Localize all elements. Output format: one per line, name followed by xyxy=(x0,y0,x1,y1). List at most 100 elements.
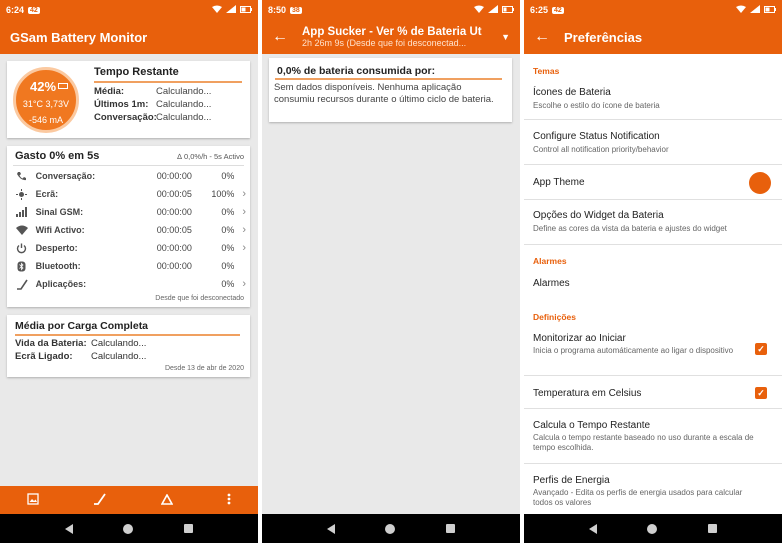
nav-recents-icon[interactable] xyxy=(183,524,193,533)
app-title: GSam Battery Monitor xyxy=(10,29,148,45)
usage-row-wifi[interactable]: Wifi Activo: 00:00:05 0% › xyxy=(15,222,246,238)
wifi-status-icon xyxy=(474,5,484,15)
signal-status-icon xyxy=(226,5,236,15)
battery-status-icon xyxy=(240,5,252,15)
checkbox-checked[interactable]: ✓ xyxy=(755,387,767,399)
chevron-right-icon: › xyxy=(242,206,247,218)
back-arrow-icon[interactable]: ← xyxy=(272,28,288,46)
pref-app-theme[interactable]: App Theme xyxy=(524,166,782,200)
usage-title: Gasto 0% em 5s xyxy=(15,150,100,162)
battery-gauge: 42% 31°C 3,73V -546 mA xyxy=(13,67,79,133)
notification-badge: 42 xyxy=(28,6,40,14)
usage-row-call: Conversação: 00:00:00 0% xyxy=(15,168,246,184)
remaining-title: Tempo Restante xyxy=(94,66,179,78)
title-underline xyxy=(94,81,242,83)
usage-footer: Desde que foi desconectado xyxy=(155,295,244,302)
screen-title: Preferências xyxy=(564,29,643,45)
pref-status-notification[interactable]: Configure Status Notification Control al… xyxy=(524,121,782,165)
status-bar: 6:25 42 xyxy=(524,0,782,20)
usage-row-awake[interactable]: Desperto: 00:00:00 0% › xyxy=(15,240,246,256)
status-bar: 8:50 38 xyxy=(262,0,520,20)
empty-message: Sem dados disponíveis. Nenhuma aplicação… xyxy=(274,82,494,105)
battery-status-icon xyxy=(764,5,776,15)
usage-row-screen[interactable]: Ecrã: 00:00:05 100% › xyxy=(15,186,246,202)
gsam-main-screen: 6:24 42 GSam Battery Monitor 42% 31°C 3,… xyxy=(0,0,258,543)
title-block[interactable]: App Sucker - Ver % de Bateria Utili... 2… xyxy=(302,26,482,48)
average-row: Vida da Bateria: Calculando... xyxy=(15,338,147,349)
notification-badge: 38 xyxy=(290,6,302,14)
signal-status-icon xyxy=(488,5,498,15)
usage-row-signal[interactable]: Sinal GSM: 00:00:00 0% › xyxy=(15,204,246,220)
dropdown-arrow-icon[interactable]: ▼ xyxy=(501,32,510,42)
app-bar: GSam Battery Monitor xyxy=(0,20,258,54)
temperature-voltage: 31°C 3,73V xyxy=(22,99,70,109)
notification-badge: 42 xyxy=(552,6,564,14)
pref-widget-options[interactable]: Opções do Widget da Bateria Define as co… xyxy=(524,201,782,245)
title-underline xyxy=(15,334,240,336)
battery-status-icon xyxy=(502,5,514,15)
system-nav-bar xyxy=(262,514,520,543)
battery-percent: 42% xyxy=(30,79,57,94)
back-arrow-icon[interactable]: ← xyxy=(534,28,550,46)
average-footer: Desde 13 de abr de 2020 xyxy=(164,365,244,372)
app-bar: ← Preferências xyxy=(524,20,782,54)
power-icon xyxy=(15,242,29,254)
category-themes: Temas xyxy=(533,66,560,76)
average-card: Média por Carga Completa Vida da Bateria… xyxy=(7,315,250,377)
consumption-card: 0,0% de bateria consumida por: Sem dados… xyxy=(269,58,512,122)
status-time: 6:25 xyxy=(530,5,549,15)
nav-back-icon[interactable] xyxy=(327,523,336,534)
nav-home-icon[interactable] xyxy=(385,523,396,534)
nav-recents-icon[interactable] xyxy=(445,524,455,533)
pref-celsius[interactable]: Temperatura em Celsius ✓ xyxy=(524,377,782,409)
delta-icon[interactable] xyxy=(160,492,173,508)
usage-card: Gasto 0% em 5s ∆ 0,0%/h - 5s Activo Conv… xyxy=(7,146,250,307)
nav-back-icon[interactable] xyxy=(589,523,598,534)
bluetooth-icon xyxy=(15,260,29,272)
pref-battery-icons[interactable]: Ícones de Bateria Escolhe o estilo do íc… xyxy=(524,80,782,120)
signal-icon xyxy=(15,206,29,218)
divider xyxy=(13,165,244,166)
apps-icon xyxy=(15,278,29,290)
app-sucker-screen: 8:50 38 ← App Sucker - Ver % de Bateria … xyxy=(262,0,520,543)
average-row: Ecrã Ligado: Calculando... xyxy=(15,351,147,362)
current-draw: -546 mA xyxy=(28,115,63,125)
nav-back-icon[interactable] xyxy=(65,523,74,534)
remaining-row: Média: Calculando... xyxy=(94,86,212,97)
usage-rate: ∆ 0,0%/h - 5s Activo xyxy=(177,152,244,161)
wifi-status-icon xyxy=(736,5,746,15)
nav-home-icon[interactable] xyxy=(647,523,658,534)
screen-icon xyxy=(15,188,29,200)
image-icon[interactable] xyxy=(27,492,39,508)
phone-icon xyxy=(15,170,29,182)
system-nav-bar xyxy=(0,514,258,543)
wifi-status-icon xyxy=(212,5,222,15)
category-alarms: Alarmes xyxy=(533,256,567,266)
screen-title: App Sucker - Ver % de Bateria Utili... xyxy=(302,26,482,38)
remaining-row: Últimos 1m: Calculando... xyxy=(94,99,212,110)
pref-monitor-on-start[interactable]: Monitorizar ao Iniciar Inicia o programa… xyxy=(524,326,782,376)
bottom-toolbar xyxy=(0,486,258,514)
nav-recents-icon[interactable] xyxy=(707,524,717,533)
remaining-time-card[interactable]: 42% 31°C 3,73V -546 mA Tempo Restante Mé… xyxy=(7,61,250,138)
pref-alarms[interactable]: Alarmes xyxy=(524,268,782,298)
chevron-right-icon: › xyxy=(242,224,247,236)
status-time: 6:24 xyxy=(6,5,25,15)
chevron-right-icon: › xyxy=(242,278,247,290)
pref-energy-profiles[interactable]: Perfis de Energia Avançado - Edita os pe… xyxy=(524,465,782,515)
nav-home-icon[interactable] xyxy=(123,523,134,534)
more-vert-icon[interactable] xyxy=(227,493,231,508)
title-underline xyxy=(275,78,502,80)
app-bar: ← App Sucker - Ver % de Bateria Utili...… xyxy=(262,20,520,54)
battery-icon xyxy=(58,83,68,89)
status-time: 8:50 xyxy=(268,5,287,15)
checkbox-checked[interactable]: ✓ xyxy=(755,343,767,355)
signal-status-icon xyxy=(750,5,760,15)
theme-color-swatch[interactable] xyxy=(749,172,771,194)
category-definitions: Definições xyxy=(533,312,576,322)
screen-subtitle: 2h 26m 9s (Desde que foi desconectad... xyxy=(302,38,467,48)
pref-calc-remaining[interactable]: Calcula o Tempo Restante Calcula o tempo… xyxy=(524,410,782,464)
apps-tab-icon[interactable] xyxy=(93,492,107,508)
usage-row-apps[interactable]: Aplicações: 0% › xyxy=(15,276,246,292)
average-title: Média por Carga Completa xyxy=(15,320,149,332)
